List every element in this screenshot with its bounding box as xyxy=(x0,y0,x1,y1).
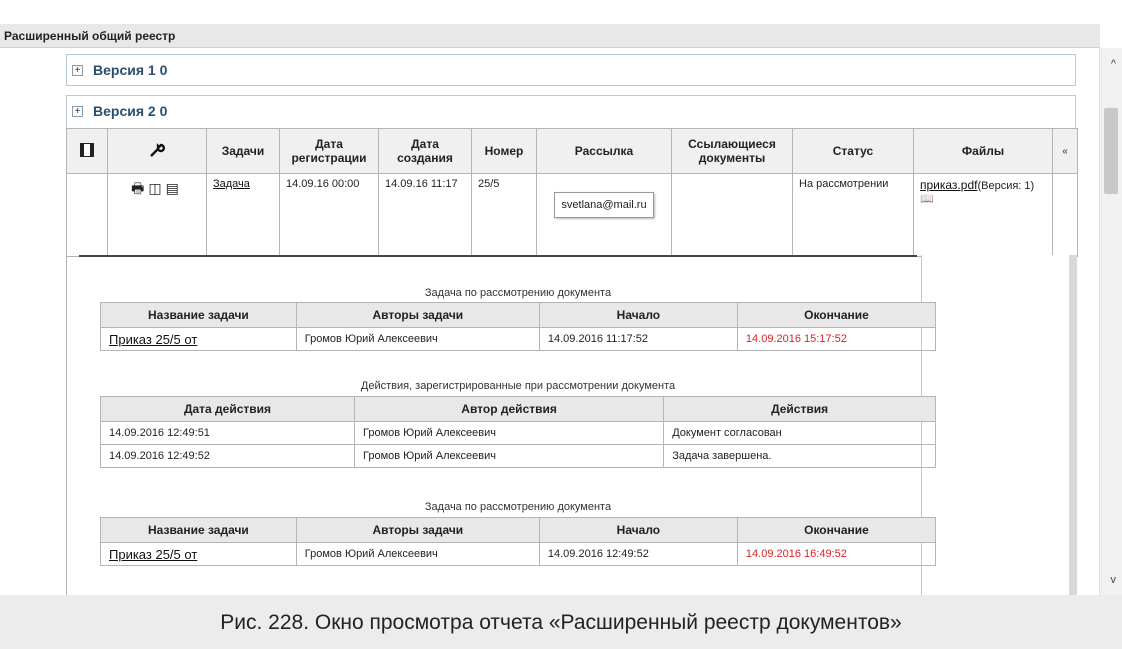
mailing-cell: svetlana@mail.ru xyxy=(536,173,672,257)
group-label: Версия 1 0 xyxy=(93,62,168,78)
task-table-header: Название задачи Авторы задачи Начало Око… xyxy=(100,517,937,543)
action-author-cell: Громов Юрий Алексеевич xyxy=(353,444,665,468)
email-button[interactable]: svetlana@mail.ru xyxy=(554,192,654,218)
table-row[interactable]: 🖶 ◫ ▤ Задача 14.09.16 00:00 14.09.16 11:17… xyxy=(66,173,1078,257)
task-table-2: Название задачи Авторы задачи Начало Око… xyxy=(100,517,937,566)
task-name-link[interactable]: Приказ 25/5 от xyxy=(109,332,197,347)
grid-header-row: Задачи Дата регистрации Дата создания Но… xyxy=(66,128,1078,174)
expand-icon[interactable]: + xyxy=(72,106,83,117)
panel-title: Расширенный общий реестр xyxy=(0,24,1100,48)
files-cell: приказ.pdf(Версия: 1) 📖 xyxy=(913,173,1053,257)
header-end: Окончание xyxy=(736,302,937,328)
table-row: Приказ 25/5 от Громов Юрий Алексеевич 14… xyxy=(100,542,937,566)
header-end: Окончание xyxy=(736,517,937,543)
report-panel: Расширенный общий реестр ^ v + Версия 1 … xyxy=(0,0,1122,595)
row-indicator-cell xyxy=(66,173,108,257)
column-chooser-icon[interactable] xyxy=(80,142,94,157)
header-task-authors: Авторы задачи xyxy=(295,517,540,543)
header-action-author: Автор действия xyxy=(353,396,665,422)
task-author-cell: Громов Юрий Алексеевич xyxy=(295,542,540,566)
header-files[interactable]: Файлы xyxy=(913,128,1053,174)
documents-grid: Задачи Дата регистрации Дата создания Но… xyxy=(66,128,1078,257)
header-reg-date[interactable]: Дата регистрации xyxy=(279,128,379,174)
header-refs[interactable]: Ссылающиеся документы xyxy=(671,128,793,174)
figure-caption: Рис. 228. Окно просмотра отчета «Расшире… xyxy=(220,611,902,634)
action-date-cell: 14.09.2016 12:49:51 xyxy=(100,421,355,445)
expand-icon[interactable]: + xyxy=(72,65,83,76)
task-name-cell: Приказ 25/5 от xyxy=(100,327,297,351)
task-author-cell: Громов Юрий Алексеевич xyxy=(295,327,540,351)
header-tasks[interactable]: Задачи xyxy=(206,128,280,174)
header-status[interactable]: Статус xyxy=(792,128,914,174)
book-icon[interactable]: 📖 xyxy=(920,193,934,205)
action-cell: Задача завершена. xyxy=(663,444,936,468)
task-link[interactable]: Задача xyxy=(213,178,250,190)
section-caption: Действия, зарегистрированные при рассмот… xyxy=(360,380,676,392)
task-name-link[interactable]: Приказ 25/5 от xyxy=(109,547,197,562)
header-number[interactable]: Номер xyxy=(471,128,537,174)
header-mailing[interactable]: Рассылка xyxy=(536,128,672,174)
task-start-cell: 14.09.2016 12:49:52 xyxy=(538,542,738,566)
detail-right-area xyxy=(921,255,1070,595)
group-version-2[interactable]: + Версия 2 0 xyxy=(66,95,1076,129)
table-row: 14.09.2016 12:49:51 Громов Юрий Алексеев… xyxy=(100,421,936,445)
header-task-name: Название задачи xyxy=(100,517,297,543)
wrench-icon xyxy=(150,142,166,157)
scroll-down-icon[interactable]: v xyxy=(1111,574,1117,586)
group-version-1[interactable]: + Версия 1 0 xyxy=(66,54,1076,86)
header-task-name: Название задачи xyxy=(100,302,297,328)
row-end-cell xyxy=(1052,173,1078,257)
preview-icon[interactable]: ◫ xyxy=(148,180,161,196)
report-preview-icon[interactable]: ▤ xyxy=(166,180,179,196)
task-name-cell: Приказ 25/5 от xyxy=(100,542,297,566)
header-actions: Действия xyxy=(663,396,936,422)
scroll-up-icon[interactable]: ^ xyxy=(1111,58,1116,70)
action-cell: Документ согласован xyxy=(663,421,936,445)
table-row: 14.09.2016 12:49:52 Громов Юрий Алексеев… xyxy=(100,444,936,468)
created-cell: 14.09.16 11:17 xyxy=(378,173,472,257)
task-start-cell: 14.09.2016 11:17:52 xyxy=(538,327,738,351)
actions-header xyxy=(107,128,207,174)
refs-cell xyxy=(671,173,793,257)
column-chooser-header[interactable] xyxy=(66,128,108,174)
status-cell: На рассмотрении xyxy=(792,173,914,257)
row-actions-cell: 🖶 ◫ ▤ xyxy=(107,173,207,257)
task-cell: Задача xyxy=(206,173,280,257)
group-label: Версия 2 0 xyxy=(93,103,168,119)
actions-table-header: Дата действия Автор действия Действия xyxy=(100,396,936,422)
task-table-1: Название задачи Авторы задачи Начало Око… xyxy=(100,302,937,351)
detail-scroll-area xyxy=(1069,255,1077,595)
collapse-icon[interactable]: « xyxy=(1052,128,1078,174)
number-cell: 25/5 xyxy=(471,173,537,257)
action-date-cell: 14.09.2016 12:49:52 xyxy=(100,444,355,468)
header-start: Начало xyxy=(538,517,738,543)
task-table-header: Название задачи Авторы задачи Начало Око… xyxy=(100,302,937,328)
header-created[interactable]: Дата создания xyxy=(378,128,472,174)
actions-table: Дата действия Автор действия Действия 14… xyxy=(100,396,936,468)
task-end-cell: 14.09.2016 15:17:52 xyxy=(736,327,937,351)
section-caption: Задача по рассмотрению документа xyxy=(424,501,612,513)
table-row: Приказ 25/5 от Громов Юрий Алексеевич 14… xyxy=(100,327,937,351)
reg-date-cell: 14.09.16 00:00 xyxy=(279,173,379,257)
header-start: Начало xyxy=(538,302,738,328)
action-author-cell: Громов Юрий Алексеевич xyxy=(353,421,665,445)
section-caption: Задача по рассмотрению документа xyxy=(424,287,612,299)
header-task-authors: Авторы задачи xyxy=(295,302,540,328)
header-action-date: Дата действия xyxy=(100,396,355,422)
task-end-cell: 14.09.2016 16:49:52 xyxy=(736,542,937,566)
file-version: (Версия: 1) xyxy=(977,180,1035,192)
scrollbar-thumb[interactable] xyxy=(1104,108,1118,194)
file-link[interactable]: приказ.pdf xyxy=(920,178,977,192)
print-icon[interactable]: 🖶 xyxy=(131,180,144,196)
